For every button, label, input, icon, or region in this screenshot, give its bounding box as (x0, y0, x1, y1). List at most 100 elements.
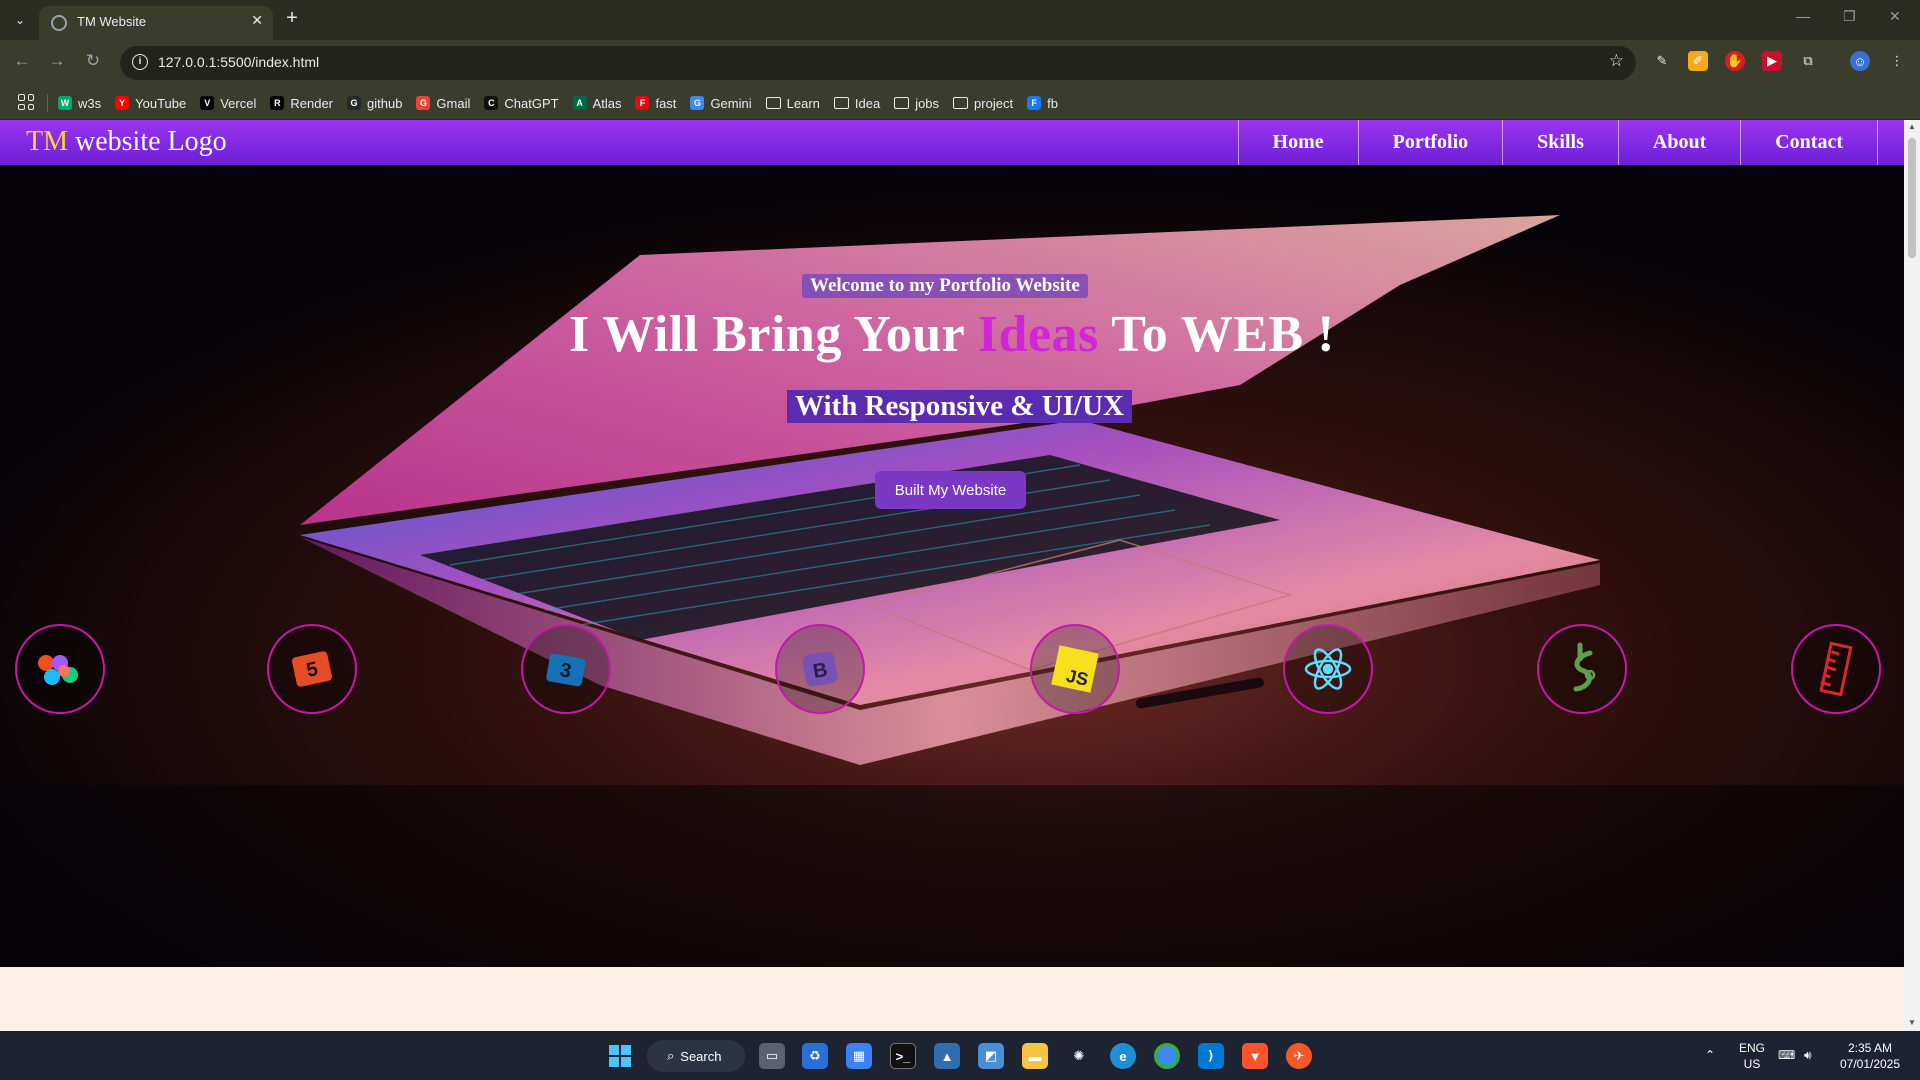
image-viewer-icon[interactable]: ◩ (978, 1043, 1004, 1069)
bookmark-chatgpt[interactable]: C ChatGPT (484, 96, 559, 111)
forward-icon[interactable]: → (45, 51, 69, 71)
extensions-puzzle-icon[interactable]: ⧉ (1798, 51, 1818, 71)
taskbar-search-button[interactable]: ⌕ Search (647, 1040, 745, 1072)
taskbar-search-label: Search (680, 1048, 722, 1064)
bookmark-w3s[interactable]: Ww3s (58, 96, 101, 111)
bookmark-gemini[interactable]: G Gemini (690, 95, 752, 111)
github-icon: G (347, 96, 361, 110)
bookmarks-divider (47, 94, 48, 112)
bookmark-label: fast (655, 95, 677, 111)
folder-icon (765, 97, 781, 109)
scroll-down-icon[interactable]: ▼ (1908, 1018, 1916, 1027)
hero-subheadline: With Responsive & UI/UX (787, 390, 1132, 423)
bookmark-jobs[interactable]: jobs (894, 96, 939, 111)
bookmark-star-icon[interactable]: ☆ (1609, 51, 1624, 71)
back-icon[interactable]: ← (10, 51, 34, 71)
restore-icon[interactable]: ❐ (1843, 8, 1856, 25)
browser-menu-icon[interactable]: ⋮ (1887, 51, 1907, 71)
tab-close-icon[interactable]: ✕ (251, 12, 263, 29)
bookmark-youtube[interactable]: Y YouTube (115, 96, 186, 111)
facebook-icon: F (1027, 96, 1042, 110)
reload-icon[interactable]: ↻ (81, 51, 105, 71)
youtube-icon: Y (115, 96, 130, 110)
windows-start-icon[interactable] (607, 1043, 633, 1069)
build-website-button[interactable]: Built My Website (875, 471, 1026, 509)
adblock-extension-icon[interactable]: ✋ (1725, 51, 1745, 71)
folder-icon (894, 97, 910, 109)
headline-before: I Will Bring Your (569, 306, 978, 363)
address-bar[interactable]: i 127.0.0.1:5500/index.html ☆ (120, 46, 1636, 80)
nav-skills[interactable]: Skills (1502, 120, 1618, 165)
bookmark-label: Atlas (592, 95, 622, 111)
apps-grid-icon[interactable] (18, 94, 34, 110)
brave-icon[interactable]: ▼ (1242, 1043, 1268, 1069)
profile-avatar[interactable]: ☺ (1850, 51, 1870, 71)
edge-icon[interactable]: e (1110, 1043, 1136, 1069)
bookmark-render[interactable]: R Render (270, 96, 333, 111)
page-scrollbar[interactable]: ▲ ▼ (1904, 120, 1920, 1031)
tab-search-chevron-icon[interactable]: ⌄ (8, 8, 32, 32)
bookmark-github[interactable]: Ggithub (347, 96, 402, 111)
render-icon: R (270, 96, 285, 110)
nav-home[interactable]: Home (1237, 120, 1358, 165)
eyedropper-extension-icon[interactable]: ✎ (1652, 51, 1672, 71)
scroll-up-icon[interactable]: ▲ (1908, 122, 1916, 131)
nav-about[interactable]: About (1617, 120, 1740, 165)
clock[interactable]: 2:35 AM 07/01/2025 (1834, 1040, 1906, 1072)
bookmark-gmail[interactable]: G Gmail (416, 96, 470, 111)
url-text[interactable]: 127.0.0.1:5500/index.html (158, 54, 319, 70)
bookmark-label: Gmail (436, 95, 471, 111)
w3s-icon: W (58, 96, 72, 110)
store-icon[interactable]: ▦ (846, 1043, 872, 1069)
chatgpt-app-icon[interactable]: ✺ (1066, 1043, 1092, 1069)
bookmark-label: Render (290, 95, 333, 111)
photos-icon[interactable]: ▲ (934, 1043, 960, 1069)
bookmark-project[interactable]: project (953, 96, 1013, 111)
bootstrap-icon: B (775, 624, 865, 714)
page-viewport: TM website Logo Home Portfolio Skills Ab… (0, 120, 1904, 1031)
postman-icon[interactable]: ✈ (1286, 1043, 1312, 1069)
vscode-icon[interactable]: ⟩ (1198, 1043, 1224, 1069)
bookmark-label: Gemini (710, 95, 752, 111)
figma-icon (15, 624, 105, 714)
tray-chevron-icon[interactable]: ⌃ (1705, 1047, 1715, 1063)
hero-section: Welcome to my Portfolio Website I Will B… (0, 165, 1904, 967)
bookmarks-bar: Ww3s Y YouTube V Vercel R Render Ggithub G Gmail C… (0, 86, 1920, 120)
bookmark-vercel[interactable]: V Vercel (200, 96, 256, 111)
nav-contact[interactable]: Contact (1740, 120, 1878, 165)
highlighter-extension-icon[interactable]: ✐ (1688, 51, 1708, 71)
recycle-bin-icon[interactable]: ♻ (802, 1043, 828, 1069)
logo-tm: TM (26, 126, 68, 157)
bookmark-learn[interactable]: Learn (765, 95, 820, 111)
new-tab-icon[interactable]: + (280, 7, 304, 30)
window-close-icon[interactable]: ✕ (1889, 8, 1901, 25)
bookmark-label: project (974, 95, 1014, 111)
bookmark-fast[interactable]: Ffast (635, 96, 676, 111)
bookmark-label: jobs (915, 95, 940, 111)
file-explorer-icon[interactable]: ▬ (1022, 1043, 1048, 1069)
video-extension-icon[interactable]: ▶ (1762, 51, 1782, 71)
browser-toolbar: ← → ↻ i 127.0.0.1:5500/index.html ☆ ✎ ✐ … (0, 40, 1920, 86)
search-icon: ⌕ (667, 1048, 675, 1063)
nav-portfolio[interactable]: Portfolio (1357, 120, 1503, 165)
scrollbar-thumb[interactable] (1908, 138, 1916, 258)
minimize-icon[interactable]: — (1796, 8, 1810, 24)
browser-tab[interactable]: TM Website ✕ (39, 6, 273, 40)
bookmark-label: Learn (786, 95, 820, 111)
language-indicator[interactable]: ENG US (1736, 1040, 1768, 1072)
chrome-icon[interactable] (1154, 1043, 1180, 1069)
headline-after: To WEB ! (1098, 306, 1335, 363)
hero-headline: I Will Bring Your Ideas To WEB ! (0, 305, 1904, 364)
network-icon[interactable]: ⌨ (1778, 1047, 1795, 1063)
terminal-icon[interactable]: >_ (890, 1043, 916, 1069)
bookmark-atlas[interactable]: A Atlas (572, 95, 622, 111)
css3-icon: 3 (521, 624, 611, 714)
task-view-icon[interactable]: ▭ (759, 1043, 785, 1069)
volume-icon[interactable]: 🔊︎ (1804, 1047, 1812, 1063)
html5-icon: 5 (267, 624, 357, 714)
bookmark-idea[interactable]: Idea (833, 96, 880, 111)
bookmark-fb[interactable]: Ffb (1027, 96, 1058, 111)
site-logo[interactable]: TM website Logo (26, 126, 227, 158)
region-code: US (1743, 1057, 1761, 1071)
site-info-icon[interactable]: i (132, 54, 148, 70)
